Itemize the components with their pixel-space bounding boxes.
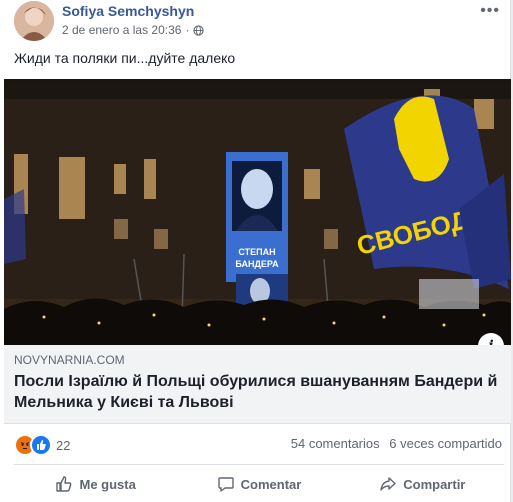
link-domain: NOVYNARNIA.COM	[14, 353, 125, 367]
thumbs-up-icon	[56, 476, 72, 492]
banner-text-2: БАНДЕРА	[235, 259, 279, 269]
timestamp[interactable]: 2 de enero a las 20:36	[62, 23, 181, 37]
link-image[interactable]: СТЕПАН БАНДЕРА СВОБОДА	[4, 79, 511, 345]
divider	[14, 464, 504, 465]
share-button[interactable]: Compartir	[341, 470, 504, 498]
engagement-stats: 54 comentarios 6 veces compartido	[291, 436, 502, 451]
comment-button[interactable]: Comentar	[177, 470, 340, 498]
author-name[interactable]: Sofiya Semchyshyn	[62, 3, 194, 19]
post-text: Жиди та поляки пи...дуйте далеко	[14, 50, 236, 66]
action-bar: Me gusta Comentar Compartir	[14, 470, 504, 498]
share-icon	[380, 477, 396, 491]
share-label: Compartir	[403, 476, 466, 492]
comment-label: Comentar	[240, 476, 302, 492]
globe-icon	[193, 24, 205, 36]
like-label: Me gusta	[79, 476, 136, 492]
link-headline[interactable]: Посли Ізраїлю й Польщі обурилися вшанува…	[14, 371, 504, 413]
banner-text-1: СТЕПАН	[238, 247, 275, 257]
post-card: Sofiya Semchyshyn 2 de enero a las 20:36…	[0, 0, 511, 502]
post-meta: 2 de enero a las 20:36 ·	[62, 23, 205, 37]
reactions-summary[interactable]: 22	[14, 434, 70, 456]
avatar-image	[14, 1, 54, 41]
comments-count[interactable]: 54 comentarios	[291, 436, 380, 451]
shares-count[interactable]: 6 veces compartido	[389, 436, 502, 451]
reaction-count: 22	[56, 437, 71, 453]
avatar[interactable]	[14, 1, 54, 41]
like-reaction-icon	[30, 434, 52, 456]
comment-icon	[217, 477, 234, 492]
rally-photo: СТЕПАН БАНДЕРА СВОБОДА	[4, 79, 511, 345]
more-icon[interactable]: •••	[480, 2, 500, 20]
link-preview[interactable]: NOVYNARNIA.COM Посли Ізраїлю й Польщі об…	[4, 345, 511, 424]
like-button[interactable]: Me gusta	[14, 470, 177, 498]
meta-separator: ·	[185, 23, 190, 37]
